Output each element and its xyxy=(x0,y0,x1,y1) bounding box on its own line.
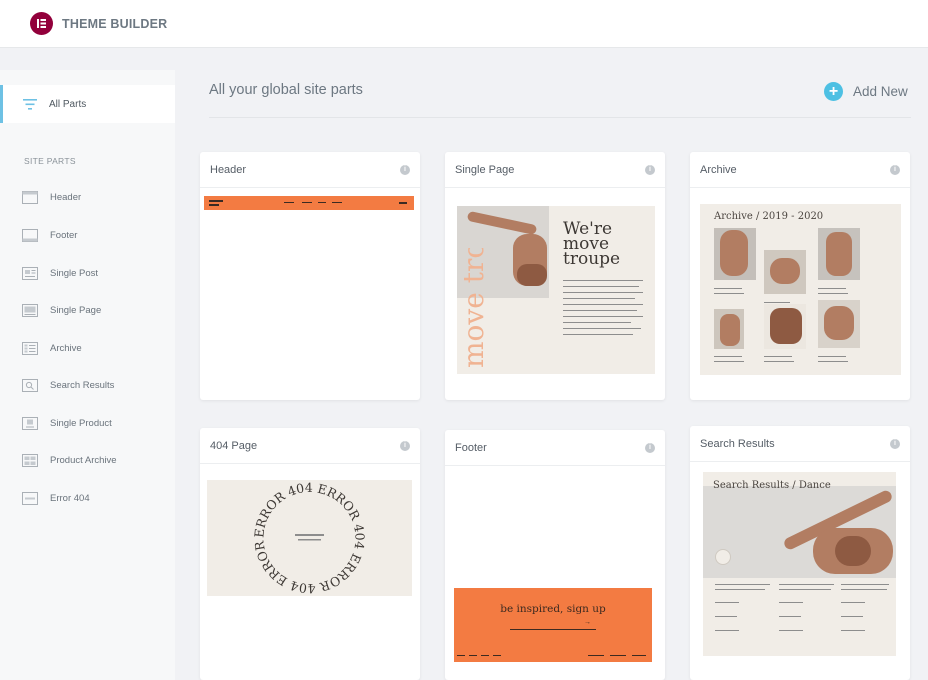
sidebar-item-search-results[interactable]: Search Results xyxy=(22,377,114,393)
filter-icon xyxy=(23,98,37,110)
header-layout-icon xyxy=(22,190,38,204)
preview-cta: be inspired, sign up xyxy=(500,603,606,615)
sidebar-item-label: Footer xyxy=(50,229,78,241)
search-results-icon xyxy=(22,378,38,392)
archive-icon xyxy=(22,341,38,355)
sidebar-item-label: Archive xyxy=(50,342,82,354)
page-title: All your global site parts xyxy=(209,82,363,98)
sidebar-item-single-page[interactable]: Single Page xyxy=(22,302,101,318)
card-title: Header xyxy=(210,163,247,176)
app-title: THEME BUILDER xyxy=(62,16,168,31)
error-ring-graphic: ERROR 404 ERROR 404 ERROR 404 ERROR 404 xyxy=(203,468,368,596)
sidebar-item-error-404[interactable]: Error 404 xyxy=(22,490,90,506)
archive-preview-thumbnail: Archive / 2019 - 2020 xyxy=(700,204,901,375)
site-part-card-404-page[interactable]: 404 Page i ERROR 404 ERROR 404 ERROR 404… xyxy=(200,428,420,680)
info-icon[interactable]: i xyxy=(890,164,900,175)
sidebar-section-heading: SITE PARTS xyxy=(24,156,76,166)
elementor-logo-icon xyxy=(30,12,53,35)
add-new-label: Add New xyxy=(853,84,908,99)
card-title: Single Page xyxy=(455,163,515,176)
sidebar-item-single-post[interactable]: Single Post xyxy=(22,265,98,281)
single-page-preview-thumbnail: move troupe We're move troupe xyxy=(457,206,655,374)
sidebar-item-header[interactable]: Header xyxy=(22,189,81,205)
info-icon[interactable]: i xyxy=(645,442,655,453)
card-header: Archive i xyxy=(690,152,910,188)
sidebar-item-label: Product Archive xyxy=(50,454,117,466)
divider xyxy=(209,117,911,118)
preview-heading: We're move troupe xyxy=(563,219,621,269)
info-icon[interactable]: i xyxy=(890,438,900,449)
sidebar-item-single-product[interactable]: Single Product xyxy=(22,415,112,431)
site-part-card-header[interactable]: Header i xyxy=(200,152,420,400)
site-part-card-footer[interactable]: Footer i be inspired, sign up → xyxy=(445,430,665,680)
sidebar: All Parts SITE PARTS Header Footer Singl… xyxy=(0,70,175,680)
info-icon[interactable]: i xyxy=(400,164,410,175)
footer-layout-icon xyxy=(22,228,38,242)
card-header: Single Page i xyxy=(445,152,665,188)
top-bar: THEME BUILDER xyxy=(0,0,928,48)
card-title: Footer xyxy=(455,441,487,454)
card-title: 404 Page xyxy=(210,439,258,452)
sidebar-item-footer[interactable]: Footer xyxy=(22,227,77,243)
site-part-card-search-results[interactable]: Search Results i Search Results / Dance xyxy=(690,426,910,680)
site-part-card-archive[interactable]: Archive i Archive / 2019 - 2020 xyxy=(690,152,910,400)
preview-side-text: move troupe xyxy=(459,248,490,368)
error-404-icon xyxy=(22,491,38,505)
sidebar-item-label: Single Product xyxy=(50,417,112,429)
single-post-icon xyxy=(22,266,38,280)
sidebar-item-label: Header xyxy=(50,191,82,203)
sidebar-item-all-parts[interactable]: All Parts xyxy=(0,85,175,123)
sidebar-item-label: Error 404 xyxy=(50,492,90,504)
footer-preview-thumbnail: be inspired, sign up → xyxy=(454,588,652,662)
sidebar-item-label: Single Post xyxy=(50,267,99,279)
single-product-icon xyxy=(22,416,38,430)
card-title: Search Results xyxy=(700,437,775,450)
404-page-preview-thumbnail: ERROR 404 ERROR 404 ERROR 404 ERROR 404 xyxy=(203,468,412,596)
card-header: Footer i xyxy=(445,430,665,466)
product-archive-icon xyxy=(22,453,38,467)
sidebar-item-label: Search Results xyxy=(50,379,115,391)
card-header: Header i xyxy=(200,152,420,188)
svg-text:ERROR 404 ERROR 404 ERROR 404: ERROR 404 ERROR 404 ERROR 404 ERROR 404 xyxy=(207,480,368,596)
header-preview-thumbnail xyxy=(204,196,414,210)
preview-heading: Archive / 2019 - 2020 xyxy=(714,211,824,222)
search-results-preview-thumbnail: Search Results / Dance xyxy=(703,472,896,656)
sidebar-item-product-archive[interactable]: Product Archive xyxy=(22,452,117,468)
single-page-icon xyxy=(22,303,38,317)
sidebar-item-label: Single Page xyxy=(50,304,102,316)
add-new-button[interactable]: + Add New xyxy=(824,82,908,101)
site-part-card-single-page[interactable]: Single Page i move troupe We're move tro… xyxy=(445,152,665,400)
info-icon[interactable]: i xyxy=(645,164,655,175)
info-icon[interactable]: i xyxy=(400,440,410,451)
card-header: 404 Page i xyxy=(200,428,420,464)
sidebar-item-label: All Parts xyxy=(49,98,87,110)
preview-heading: Search Results / Dance xyxy=(713,480,831,491)
card-header: Search Results i xyxy=(690,426,910,462)
sidebar-item-archive[interactable]: Archive xyxy=(22,340,82,356)
card-title: Archive xyxy=(700,163,737,176)
plus-icon: + xyxy=(824,82,843,101)
